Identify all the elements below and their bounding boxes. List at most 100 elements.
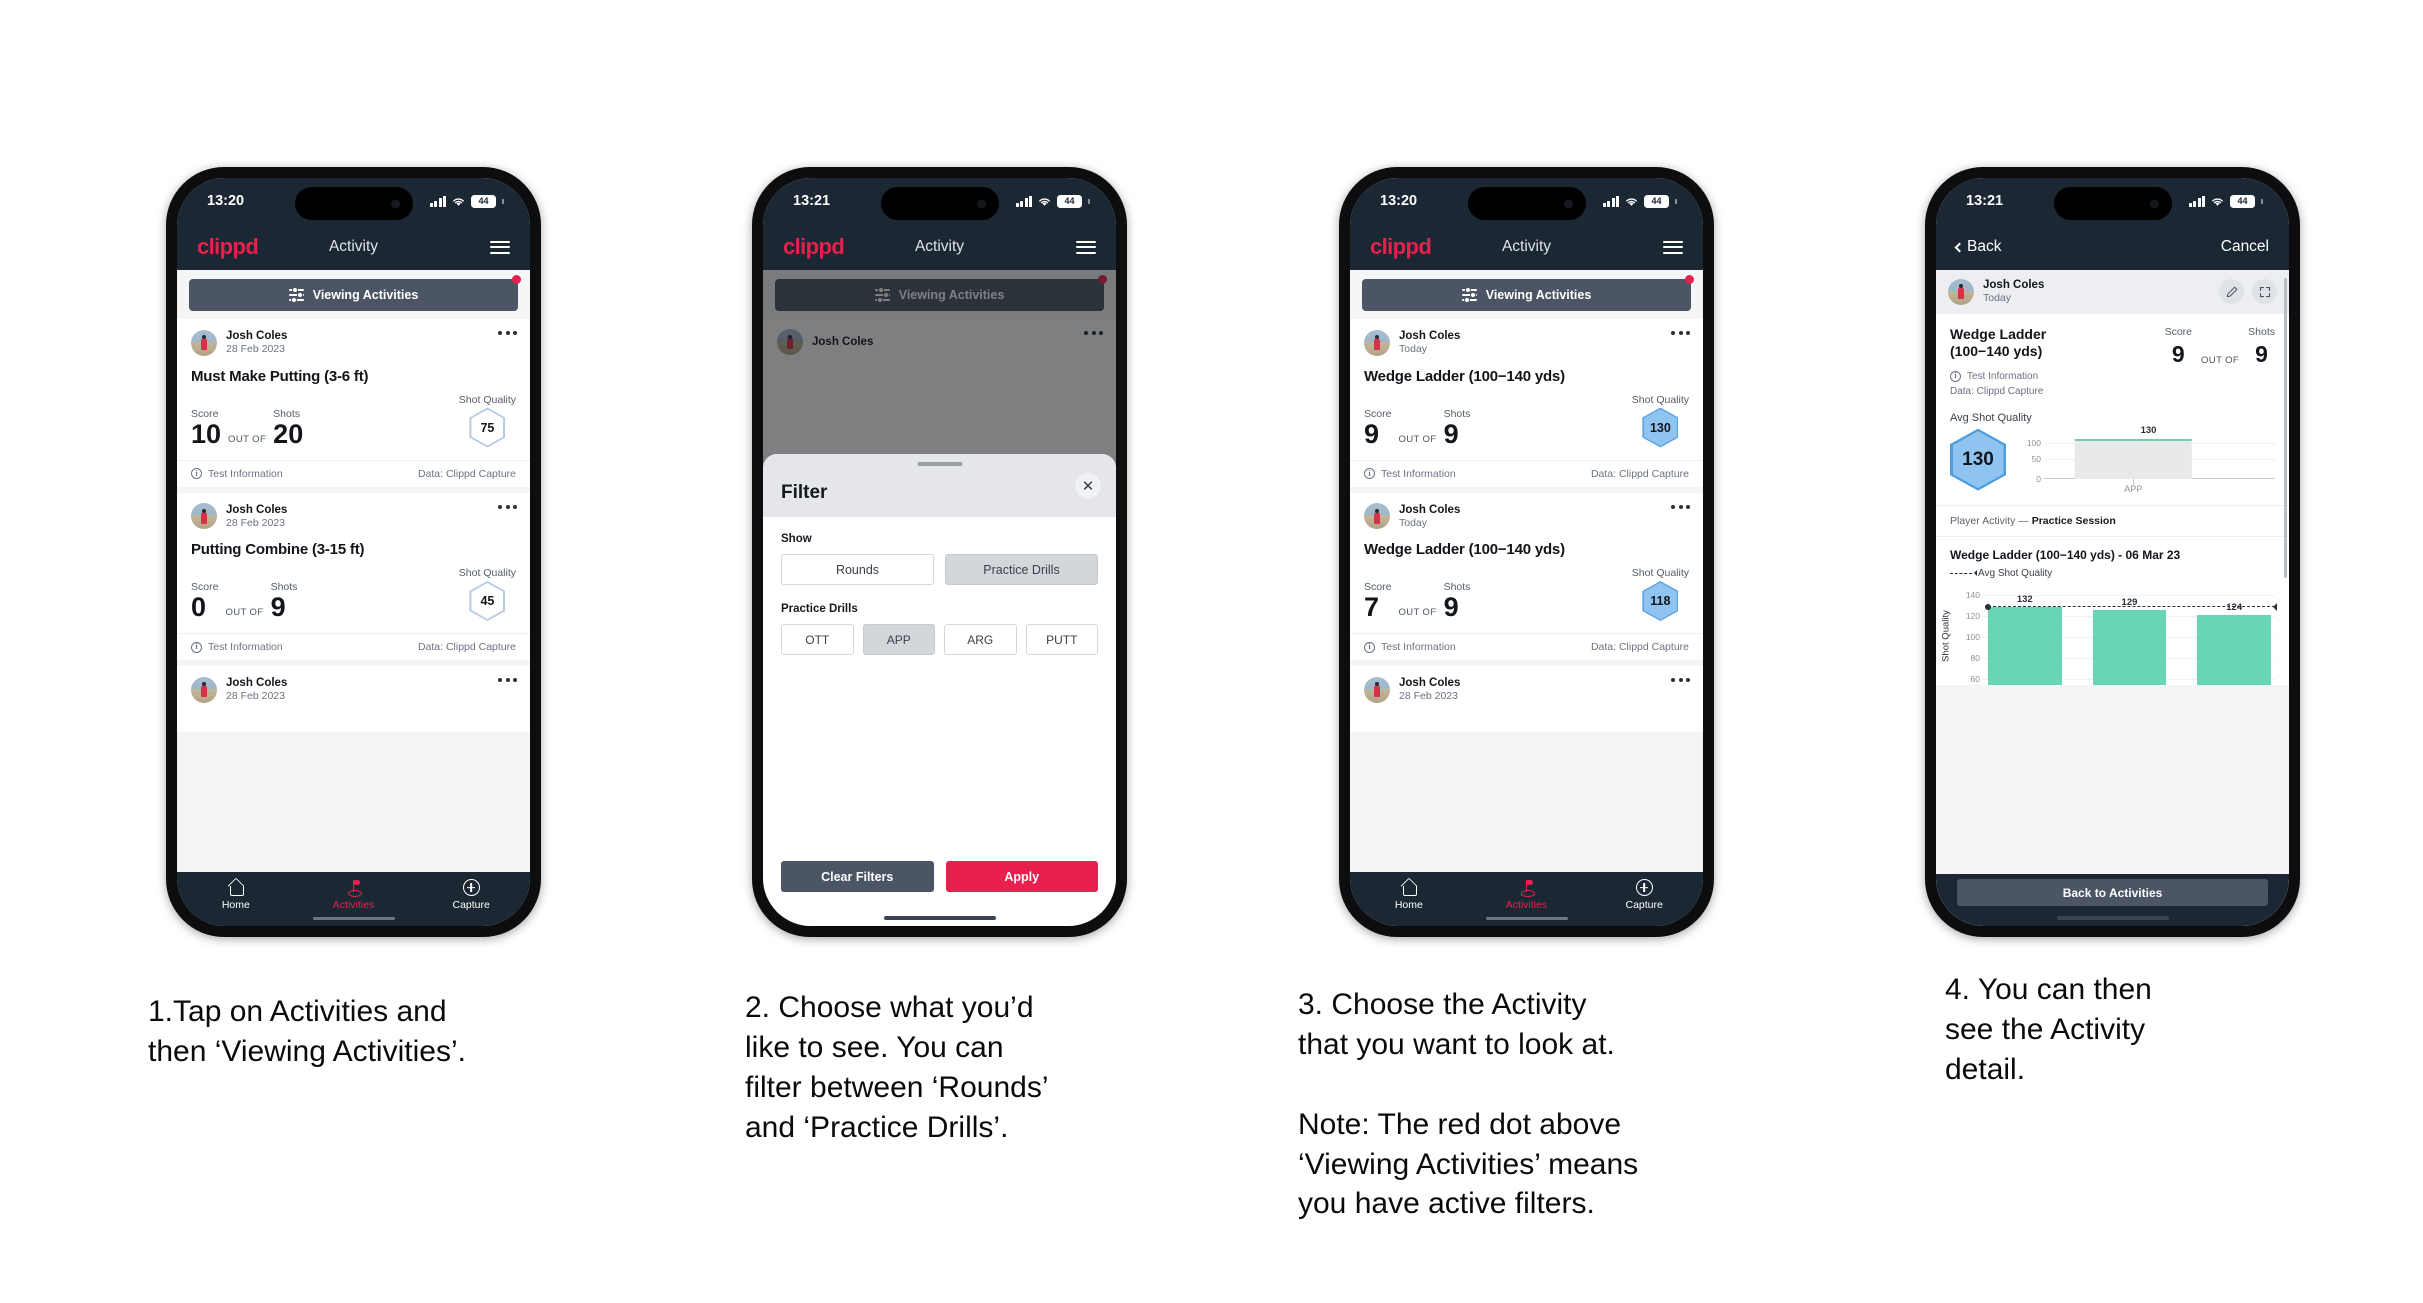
tab-capture[interactable]: Capture [1585, 879, 1703, 911]
avatar [191, 329, 217, 356]
tab-capture[interactable]: Capture [412, 879, 530, 911]
detail-title: Wedge Ladder (100−140 yds) [1950, 325, 2047, 359]
session-chart: Wedge Ladder (100−140 yds) - 06 Mar 23 A… [1936, 535, 2289, 685]
tab-home[interactable]: Home [177, 880, 295, 911]
info-icon: i [1950, 370, 1961, 382]
hamburger-icon[interactable] [1663, 240, 1683, 254]
tab-activities-label: Activities [332, 898, 375, 911]
filter-option-rounds[interactable]: Rounds [781, 554, 934, 585]
sheet-body: Show Rounds Practice Drills Practice Dri… [763, 517, 1116, 861]
avatar [191, 676, 217, 703]
shot-quality-value: 45 [471, 583, 504, 619]
avatar [1364, 676, 1390, 703]
back-button[interactable]: Back [1954, 238, 2001, 256]
filter-option-ott[interactable]: OTT [781, 624, 854, 655]
tab-activities[interactable]: Activities [1468, 879, 1586, 911]
page-title: Activity [914, 238, 965, 255]
detail-meta: i Test Information Data: Clippd Capture [1950, 369, 2046, 399]
filter-option-practice-drills[interactable]: Practice Drills [945, 554, 1098, 585]
info-icon: i [1364, 468, 1375, 479]
chart-legend-label: Avg Shot Quality [1978, 567, 2053, 579]
activity-card-partial[interactable]: Josh Coles 28 Feb 2023 [177, 666, 530, 732]
pencil-icon[interactable] [2219, 279, 2244, 305]
out-of-label: OUT OF [228, 433, 267, 445]
activity-card[interactable]: Josh Coles 28 Feb 2023 Putting Combine (… [177, 492, 530, 660]
y-axis-label: Shot Quality [1940, 609, 1952, 662]
activity-card[interactable]: Josh Coles Today Wedge Ladder (100−140 y… [1350, 492, 1703, 660]
activity-card[interactable]: Josh Coles 28 Feb 2023 Must Make Putting… [177, 319, 530, 487]
info-icon: i [191, 468, 202, 479]
more-options-icon[interactable] [498, 678, 517, 682]
caption-step-3: 3. Choose the Activity that you want to … [1298, 988, 1639, 1221]
test-information-label: Test Information [208, 641, 283, 653]
more-options-icon[interactable] [498, 331, 517, 335]
card-header: Josh Coles 28 Feb 2023 [177, 493, 530, 533]
cancel-button[interactable]: Cancel [2221, 238, 2269, 256]
wifi-icon [1626, 197, 1637, 206]
fullscreen-icon[interactable] [2252, 279, 2277, 305]
scrollbar-thumb[interactable] [2284, 278, 2287, 578]
detail-summary-card: Wedge Ladder (100−140 yds) i Test Inform… [1936, 313, 2289, 505]
avg-shot-quality-value: 130 [1952, 431, 2004, 489]
hamburger-icon[interactable] [1076, 240, 1096, 254]
camera-icon [1563, 199, 1573, 208]
wifi-icon [453, 197, 464, 206]
score-value: 7 [1364, 592, 1380, 623]
tab-activities[interactable]: Activities [295, 879, 413, 911]
bottom-tab-bar-1: Home Activities Capture [177, 872, 530, 926]
data-source-label: Data: Clippd Capture [1590, 641, 1689, 653]
avatar [191, 503, 217, 530]
card-header: Josh Coles 28 Feb 2023 [177, 666, 530, 706]
y-tick: 100 [1965, 631, 1980, 642]
status-time: 13:20 [207, 193, 245, 209]
page-title: Activity [328, 238, 379, 255]
filter-option-arg[interactable]: ARG [944, 624, 1017, 655]
filter-option-app[interactable]: APP [862, 624, 935, 655]
status-time: 13:21 [793, 193, 831, 209]
card-footer: i Test Information Data: Clippd Capture [177, 459, 530, 487]
hamburger-icon[interactable] [490, 240, 510, 254]
notch [880, 187, 999, 220]
active-tab-indicator [1485, 917, 1568, 920]
more-options-icon[interactable] [498, 504, 517, 509]
clippd-logo: clippd [1370, 234, 1432, 259]
active-filter-dot [512, 275, 521, 284]
notch [2053, 187, 2172, 220]
activity-card[interactable]: Josh Coles Today Wedge Ladder (100−140 y… [1350, 319, 1703, 487]
mini-ytick: 50 [2031, 453, 2041, 464]
shots-value: 9 [1443, 592, 1459, 623]
mini-bar-label: 130 [2140, 424, 2157, 436]
close-icon[interactable]: ✕ [1075, 473, 1101, 499]
shots-value: 20 [273, 418, 304, 449]
test-information-label: Test Information [1381, 467, 1456, 480]
user-name: Josh Coles [226, 330, 288, 342]
activity-date: Today [1399, 516, 1428, 529]
more-options-icon[interactable] [1671, 331, 1690, 335]
player-activity-type: Practice Session [2031, 514, 2116, 527]
tab-home[interactable]: Home [1350, 880, 1468, 911]
clear-filters-button[interactable]: Clear Filters [781, 861, 934, 892]
user-name: Josh Coles [226, 677, 288, 689]
activity-stats: Score 9 OUT OF Shots 9 Shot Quality 130 [1350, 385, 1703, 460]
drag-handle[interactable] [917, 462, 962, 466]
shots-label: Shots [2248, 325, 2275, 338]
apply-button[interactable]: Apply [945, 861, 1098, 892]
sliders-icon [288, 287, 304, 304]
filter-option-putt[interactable]: PUTT [1025, 624, 1098, 655]
screen-body-4: Josh Coles Today Wedge Ladder (100−140 y… [1936, 270, 2289, 926]
mini-xlabel: APP [2124, 483, 2143, 494]
y-tick: 80 [1970, 652, 1980, 663]
viewing-activities-button[interactable]: Viewing Activities [1362, 279, 1691, 311]
activity-card-partial[interactable]: Josh Coles 28 Feb 2023 [1350, 666, 1703, 732]
more-options-icon[interactable] [1671, 504, 1690, 509]
data-source-label: Data: Clippd Capture [417, 641, 516, 653]
test-information-label: Test Information [1967, 370, 2039, 382]
shot-quality-value: 75 [471, 409, 504, 446]
score-value: 9 [1364, 418, 1380, 449]
shots-value: 9 [2255, 340, 2268, 367]
back-to-activities-button[interactable]: Back to Activities [1957, 879, 2268, 906]
camera-icon [976, 199, 986, 208]
viewing-activities-button[interactable]: Viewing Activities [189, 279, 518, 311]
cellular-signal-icon [1015, 195, 1032, 207]
more-options-icon[interactable] [1671, 678, 1690, 682]
